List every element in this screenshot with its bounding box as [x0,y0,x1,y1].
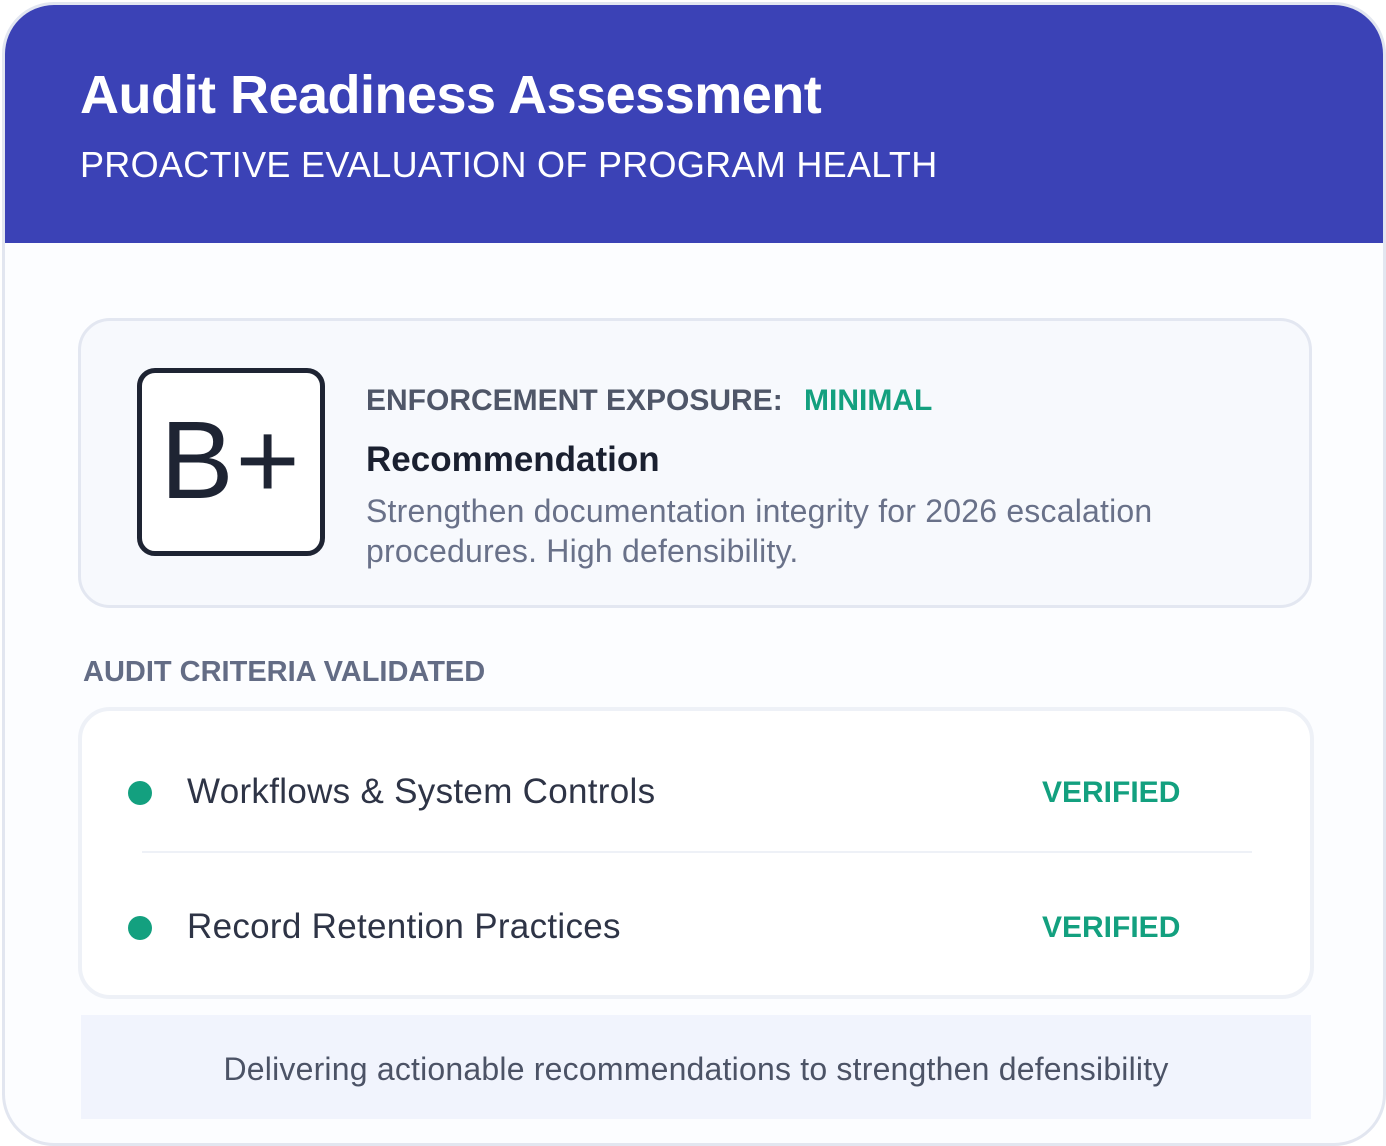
assessment-card: Audit Readiness Assessment PROACTIVE EVA… [2,2,1386,1146]
recommendation-text: Strengthen documentation integrity for 2… [366,493,1153,569]
summary-panel: B+ ENFORCEMENT EXPOSURE: MINIMAL Recomme… [78,318,1312,608]
footer-banner: Delivering actionable recommendations to… [81,1015,1311,1119]
criteria-item-label: Record Retention Practices [187,907,621,946]
status-dot-icon [128,781,152,805]
criteria-item: Workflows & System Controls VERIFIED [82,753,1310,833]
row-divider [142,851,1252,853]
exposure-status-badge: MINIMAL [804,384,933,417]
recommendation-heading: Recommendation [366,440,660,479]
card-header: Audit Readiness Assessment PROACTIVE EVA… [5,5,1383,243]
page-title: Audit Readiness Assessment [80,65,822,125]
criteria-item-label: Workflows & System Controls [187,772,656,811]
status-dot-icon [128,916,152,940]
grade-badge: B+ [137,368,325,556]
footer-text: Delivering actionable recommendations to… [223,1051,1169,1087]
page-subtitle: PROACTIVE EVALUATION OF PROGRAM HEALTH [80,144,938,185]
exposure-label: ENFORCEMENT EXPOSURE: [366,384,783,417]
criteria-item-status: VERIFIED [1042,776,1181,809]
criteria-list: Workflows & System Controls VERIFIED Rec… [78,707,1314,999]
criteria-item: Record Retention Practices VERIFIED [82,888,1310,968]
grade-value: B+ [160,399,302,522]
criteria-section-title: AUDIT CRITERIA VALIDATED [83,656,486,688]
criteria-item-status: VERIFIED [1042,911,1181,944]
